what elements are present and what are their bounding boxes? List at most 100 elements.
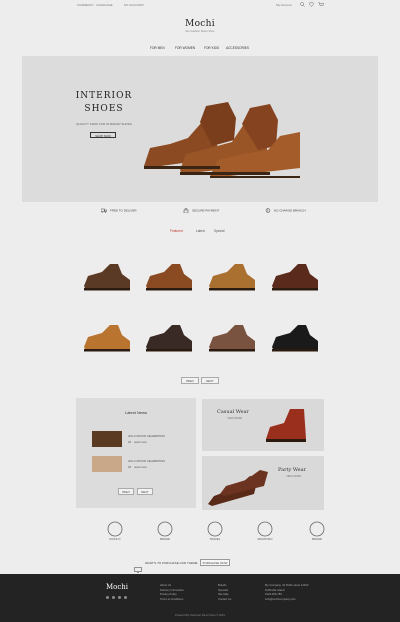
tab-latest[interactable]: Latest	[196, 229, 205, 233]
logo-subtitle: Men Fashion Shoes Store	[185, 30, 215, 33]
shoe-image	[84, 325, 130, 352]
tab-featured[interactable]: Featured	[170, 229, 183, 233]
footer-logo[interactable]: Mochi	[106, 583, 128, 591]
news-date: 18	[128, 465, 132, 469]
brand-name: BRAND	[160, 537, 170, 541]
search-icon[interactable]	[300, 2, 305, 7]
svg-text:$: $	[267, 210, 269, 213]
tag-icon: $	[265, 208, 271, 213]
my-account-link[interactable]: MY ACCOUNT	[124, 3, 144, 7]
top-bar: CURRENCY LANGUAGE MY ACCOUNT My Account	[0, 0, 400, 10]
footer-col-info: About Us Delivery Information Privacy Po…	[160, 584, 184, 602]
footer-col-contact: My Company, 42 Puffin street 12910 Puffi…	[265, 584, 308, 602]
facebook-icon[interactable]	[106, 596, 109, 599]
language-dropdown[interactable]: LANGUAGE	[96, 3, 113, 7]
google-icon[interactable]	[124, 596, 127, 599]
shoe-image	[146, 264, 192, 291]
currency-dropdown[interactable]: CURRENCY	[77, 3, 94, 7]
main-nav: FOR MEN FOR WOMEN FOR KIDS ACCESSORIES	[140, 46, 260, 52]
shoe-image	[209, 264, 255, 291]
hero-shoes-image	[144, 102, 300, 178]
account-dropdown[interactable]: My Account	[276, 3, 292, 7]
news-prev-button[interactable]: PREV	[118, 488, 134, 495]
casual-wear-banner[interactable]: Casual Wear VIEW MORE	[202, 399, 324, 451]
brand-logo[interactable]: BRAND	[300, 520, 334, 542]
read-more-link[interactable]: read more	[134, 440, 147, 444]
news-next-button[interactable]: NEXT	[137, 488, 153, 495]
brand-logo[interactable]: MOUNTAIN	[248, 520, 282, 542]
footer-email[interactable]: info@mochicompany.com	[265, 598, 308, 603]
news-meta: HOLLYWOOD CELEBRITIES	[128, 459, 165, 463]
brand-name: BRAND	[312, 537, 322, 541]
hero-subtitle: QUALITY SHOP FOR INTERIOR SHOES	[76, 122, 132, 126]
next-button[interactable]: NEXT	[201, 377, 219, 384]
party-shoes-image	[208, 470, 268, 506]
product-card[interactable]	[205, 319, 259, 357]
truck-icon	[101, 208, 107, 213]
brand-name: MOUNTAIN	[257, 537, 273, 541]
brand-logo[interactable]: BRAND	[148, 520, 182, 542]
shoe-image	[84, 264, 130, 291]
hero-title-line1: INTERIOR	[75, 91, 133, 101]
cart-icon[interactable]	[318, 2, 324, 7]
shoe-image	[272, 264, 318, 291]
shoe-image	[272, 325, 318, 352]
feature-no-charge: $ NO CHARGE BRANCH	[265, 208, 306, 215]
read-more-link[interactable]: read more	[134, 465, 147, 469]
site-logo[interactable]: Mochi Men Fashion Shoes Store	[170, 19, 230, 33]
lock-icon	[183, 208, 189, 213]
feature-free-delivery: FREE TO DELIVER	[101, 208, 137, 215]
product-card[interactable]	[268, 258, 322, 296]
news-image[interactable]	[92, 431, 122, 447]
footer-link[interactable]: Contact Us	[218, 598, 231, 603]
purchase-now-button[interactable]: PURCHASE NOW	[200, 559, 230, 566]
shop-now-button[interactable]: SHOP NOW	[90, 132, 116, 138]
product-card[interactable]	[205, 258, 259, 296]
newsletter-text: WANT'S TO PURCHASE OUR THEME	[145, 561, 198, 565]
hero-title-line2: SHOES	[84, 104, 124, 114]
brand-logo[interactable]: TRAVEL	[198, 520, 232, 542]
party-wear-banner[interactable]: Party Wear VIEW MORE	[202, 456, 324, 510]
footer-link[interactable]: Terms & Conditions	[160, 598, 184, 603]
boot-image	[266, 409, 306, 442]
news-meta: HOLLYWOOD CELEBRITIES	[128, 434, 165, 438]
monitor-icon	[134, 560, 142, 573]
footer: Mochi About Us Delivery Information Priv…	[0, 574, 400, 622]
banner-sub[interactable]: VIEW MORE	[227, 417, 242, 420]
latest-news-panel: Latest News HOLLYWOOD CELEBRITIES 18 rea…	[76, 398, 196, 508]
tab-special[interactable]: Special	[214, 229, 224, 233]
product-card[interactable]	[142, 258, 196, 296]
brand-name: ROCK N	[109, 537, 121, 541]
social-icons	[106, 596, 130, 600]
feature-label: NO CHARGE BRANCH	[274, 208, 306, 213]
hero-banner[interactable]: INTERIOR SHOES QUALITY SHOP FOR INTERIOR…	[22, 56, 378, 202]
banner-sub[interactable]: VIEW MORE	[286, 475, 301, 478]
nav-item-women[interactable]: FOR WOMEN	[175, 46, 195, 50]
logo-title: Mochi	[185, 19, 215, 29]
hero-title: INTERIOR SHOES	[74, 90, 134, 116]
brand-logo[interactable]: ROCK N	[98, 520, 132, 542]
twitter-icon[interactable]	[112, 596, 115, 599]
footer-address: My Company, 42 Puffin street 12910	[265, 584, 309, 587]
banner-title: Party Wear	[278, 467, 306, 473]
footer-col-extras: Brands Specials Site Map Contact Us	[218, 584, 231, 602]
nav-item-kids[interactable]: FOR KIDS	[204, 46, 219, 50]
shoe-image	[146, 325, 192, 352]
nav-item-accessories[interactable]: ACCESSORIES	[226, 46, 249, 50]
footer-copyright: Powered By OpenCart Demo Store © 2024	[175, 614, 225, 617]
news-image[interactable]	[92, 456, 122, 472]
brand-name: TRAVEL	[209, 537, 221, 541]
product-card[interactable]	[80, 319, 134, 357]
nav-item-men[interactable]: FOR MEN	[150, 46, 165, 50]
shoe-image	[209, 325, 255, 352]
heart-icon[interactable]	[309, 2, 314, 7]
rss-icon[interactable]	[118, 596, 121, 599]
prev-button[interactable]: PREV	[181, 377, 199, 384]
product-tabs: Featured Latest Special	[165, 229, 235, 236]
product-card[interactable]	[142, 319, 196, 357]
product-card[interactable]	[80, 258, 134, 296]
feature-label: FREE TO DELIVER	[110, 208, 137, 213]
latest-news-title: Latest News	[124, 410, 147, 415]
feature-label: SECURE PAYMENT	[192, 208, 220, 213]
product-card[interactable]	[268, 319, 322, 357]
